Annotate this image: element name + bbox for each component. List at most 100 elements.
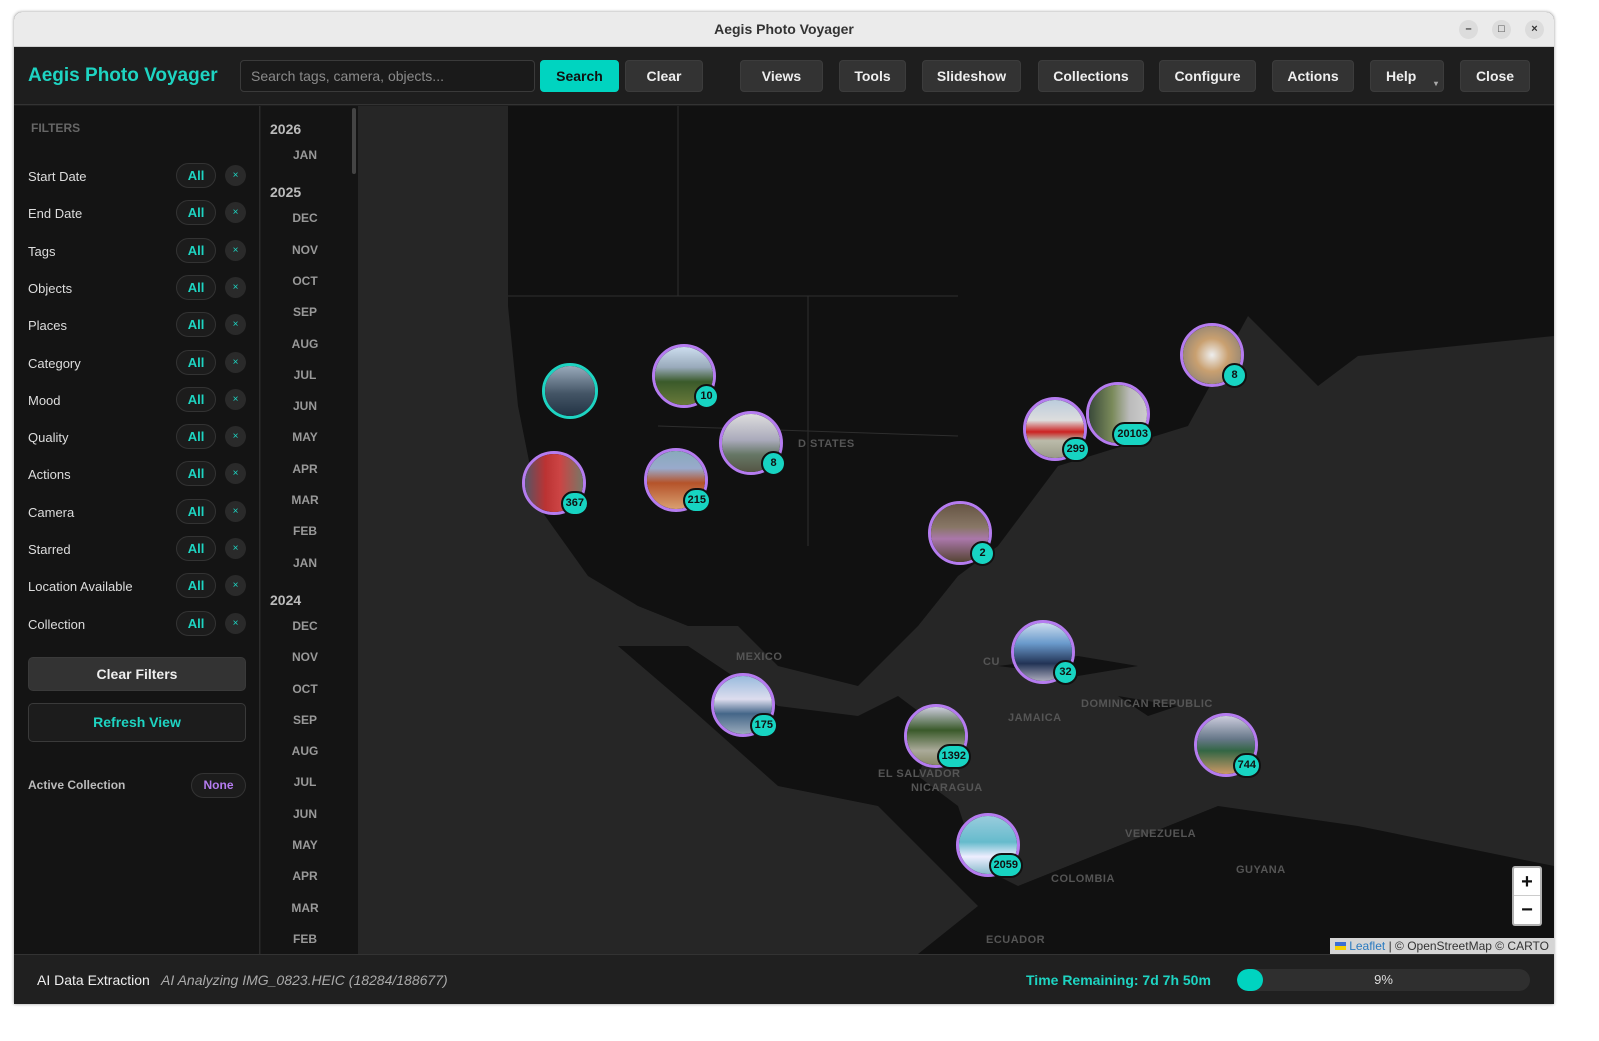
timeline-month[interactable]: AUG <box>261 337 349 351</box>
timeline-month[interactable]: APR <box>261 869 349 883</box>
timeline-month[interactable]: JAN <box>261 148 349 162</box>
clear-filter-icon[interactable]: × <box>225 351 246 373</box>
filter-value-pill[interactable]: All <box>176 461 216 487</box>
timeline-month[interactable]: MAY <box>261 838 349 852</box>
active-collection-badge[interactable]: None <box>191 773 246 798</box>
filters-heading: FILTERS <box>31 121 81 135</box>
photo-cluster-marker[interactable]: 32 <box>1011 620 1078 685</box>
cluster-count: 2059 <box>988 853 1023 878</box>
photo-cluster-marker[interactable]: 215 <box>644 448 711 513</box>
menu-views[interactable]: Views <box>740 60 823 92</box>
photo-cluster-marker[interactable]: 2 <box>928 501 995 566</box>
filter-row: Actions All × <box>28 461 246 487</box>
filter-value-pill[interactable]: All <box>176 237 216 263</box>
photo-cluster-marker[interactable] <box>542 363 598 419</box>
search-button[interactable]: Search <box>540 60 619 92</box>
clear-filter-icon[interactable]: × <box>225 612 246 634</box>
filter-value-pill[interactable]: All <box>176 163 216 188</box>
refresh-view-button[interactable]: Refresh View <box>28 703 246 742</box>
clear-search-button[interactable]: Clear <box>625 60 703 92</box>
menu-configure[interactable]: Configure <box>1159 60 1256 92</box>
photo-cluster-marker[interactable]: 8 <box>719 411 786 476</box>
menu-slideshow[interactable]: Slideshow <box>922 60 1021 92</box>
clear-filter-icon[interactable]: × <box>225 276 246 298</box>
zoom-in-button[interactable]: + <box>1514 868 1540 896</box>
photo-cluster-marker[interactable]: 8 <box>1180 323 1247 388</box>
cluster-count: 175 <box>749 713 778 738</box>
clear-filter-icon[interactable]: × <box>225 239 246 261</box>
filter-row: Quality All × <box>28 424 246 450</box>
close-button[interactable]: Close <box>1460 60 1530 92</box>
filters-sidebar: FILTERS Start Date All × End Date All × Tags Al… <box>14 106 260 954</box>
timeline[interactable]: 2026 JAN 2025 DEC NOV OCT SEP AUG JUL JUN MAY APR MA… <box>261 106 358 954</box>
filter-label: Category <box>28 355 81 371</box>
photo-cluster-marker[interactable]: 10 <box>652 344 719 409</box>
timeline-month[interactable]: DEC <box>261 211 349 225</box>
timeline-month[interactable]: SEP <box>261 305 349 319</box>
zoom-out-button[interactable]: − <box>1514 896 1540 924</box>
timeline-month[interactable]: JUL <box>261 368 349 382</box>
search-input[interactable] <box>240 60 535 92</box>
filter-value-pill[interactable]: All <box>176 274 216 300</box>
menu-help[interactable]: Help ▾ <box>1370 60 1444 92</box>
timeline-month[interactable]: NOV <box>261 243 349 257</box>
photo-cluster-marker[interactable]: 299 <box>1023 397 1090 462</box>
timeline-month[interactable]: JAN <box>261 556 349 570</box>
photo-cluster-marker[interactable]: 175 <box>711 673 778 738</box>
filter-value-pill[interactable]: All <box>176 424 216 450</box>
photo-cluster-marker[interactable]: 367 <box>522 451 589 516</box>
filter-value-pill[interactable]: All <box>176 498 216 524</box>
filter-label: End Date <box>28 206 83 222</box>
timeline-month[interactable]: JUL <box>261 775 349 789</box>
timeline-month[interactable]: FEB <box>261 524 349 538</box>
photo-cluster-marker[interactable]: 20103 <box>1086 382 1153 447</box>
menu-actions[interactable]: Actions <box>1272 60 1354 92</box>
clear-filter-icon[interactable]: × <box>225 538 246 559</box>
clear-filter-icon[interactable]: × <box>225 165 246 186</box>
timeline-month[interactable]: DEC <box>261 619 349 633</box>
filter-value-pill[interactable]: All <box>176 349 216 375</box>
clear-filter-icon[interactable]: × <box>225 575 246 597</box>
filter-row: Start Date All × <box>28 163 246 189</box>
timeline-month[interactable]: APR <box>261 462 349 476</box>
timeline-month[interactable]: OCT <box>261 274 349 288</box>
map[interactable]: D STATES MEXICO CU JAMAICA DOMINICAN REPUBLI… <box>358 106 1554 954</box>
timeline-year[interactable]: 2024 <box>270 592 301 608</box>
clear-filter-icon[interactable]: × <box>225 426 246 448</box>
minimize-icon[interactable]: – <box>1459 20 1478 39</box>
filter-value-pill[interactable]: All <box>176 312 216 338</box>
timeline-year[interactable]: 2026 <box>270 121 301 137</box>
timeline-month[interactable]: OCT <box>261 682 349 696</box>
filter-value-pill[interactable]: All <box>176 386 216 412</box>
menu-collections[interactable]: Collections <box>1038 60 1144 92</box>
timeline-month[interactable]: SEP <box>261 713 349 727</box>
timeline-month[interactable]: JUN <box>261 399 349 413</box>
clear-filter-icon[interactable]: × <box>225 314 246 336</box>
clear-filter-icon[interactable]: × <box>225 388 246 410</box>
clear-filters-button[interactable]: Clear Filters <box>28 657 246 691</box>
leaflet-link[interactable]: Leaflet <box>1349 939 1385 953</box>
filter-value-pill[interactable]: All <box>176 610 216 636</box>
timeline-month[interactable]: AUG <box>261 744 349 758</box>
filter-value-pill[interactable]: All <box>176 573 216 599</box>
photo-cluster-marker[interactable]: 1392 <box>904 704 971 769</box>
timeline-month[interactable]: FEB <box>261 932 349 946</box>
timeline-month[interactable]: JUN <box>261 807 349 821</box>
menu-tools[interactable]: Tools <box>839 60 906 92</box>
photo-cluster-marker[interactable]: 2059 <box>956 813 1023 878</box>
close-window-icon[interactable]: × <box>1525 20 1544 39</box>
timeline-month[interactable]: NOV <box>261 650 349 664</box>
timeline-month[interactable]: MAY <box>261 430 349 444</box>
filter-value-pill[interactable]: All <box>176 536 216 561</box>
dropdown-arrow-icon: ▾ <box>1433 79 1438 88</box>
clear-filter-icon[interactable]: × <box>225 463 246 485</box>
clear-filter-icon[interactable]: × <box>225 202 246 224</box>
timeline-scrollbar[interactable] <box>352 108 356 174</box>
filter-value-pill[interactable]: All <box>176 200 216 226</box>
timeline-month[interactable]: MAR <box>261 901 349 915</box>
clear-filter-icon[interactable]: × <box>225 500 246 522</box>
photo-cluster-marker[interactable]: 744 <box>1194 713 1261 778</box>
timeline-month[interactable]: MAR <box>261 493 349 507</box>
timeline-year[interactable]: 2025 <box>270 184 301 200</box>
maximize-icon[interactable]: □ <box>1492 20 1511 39</box>
